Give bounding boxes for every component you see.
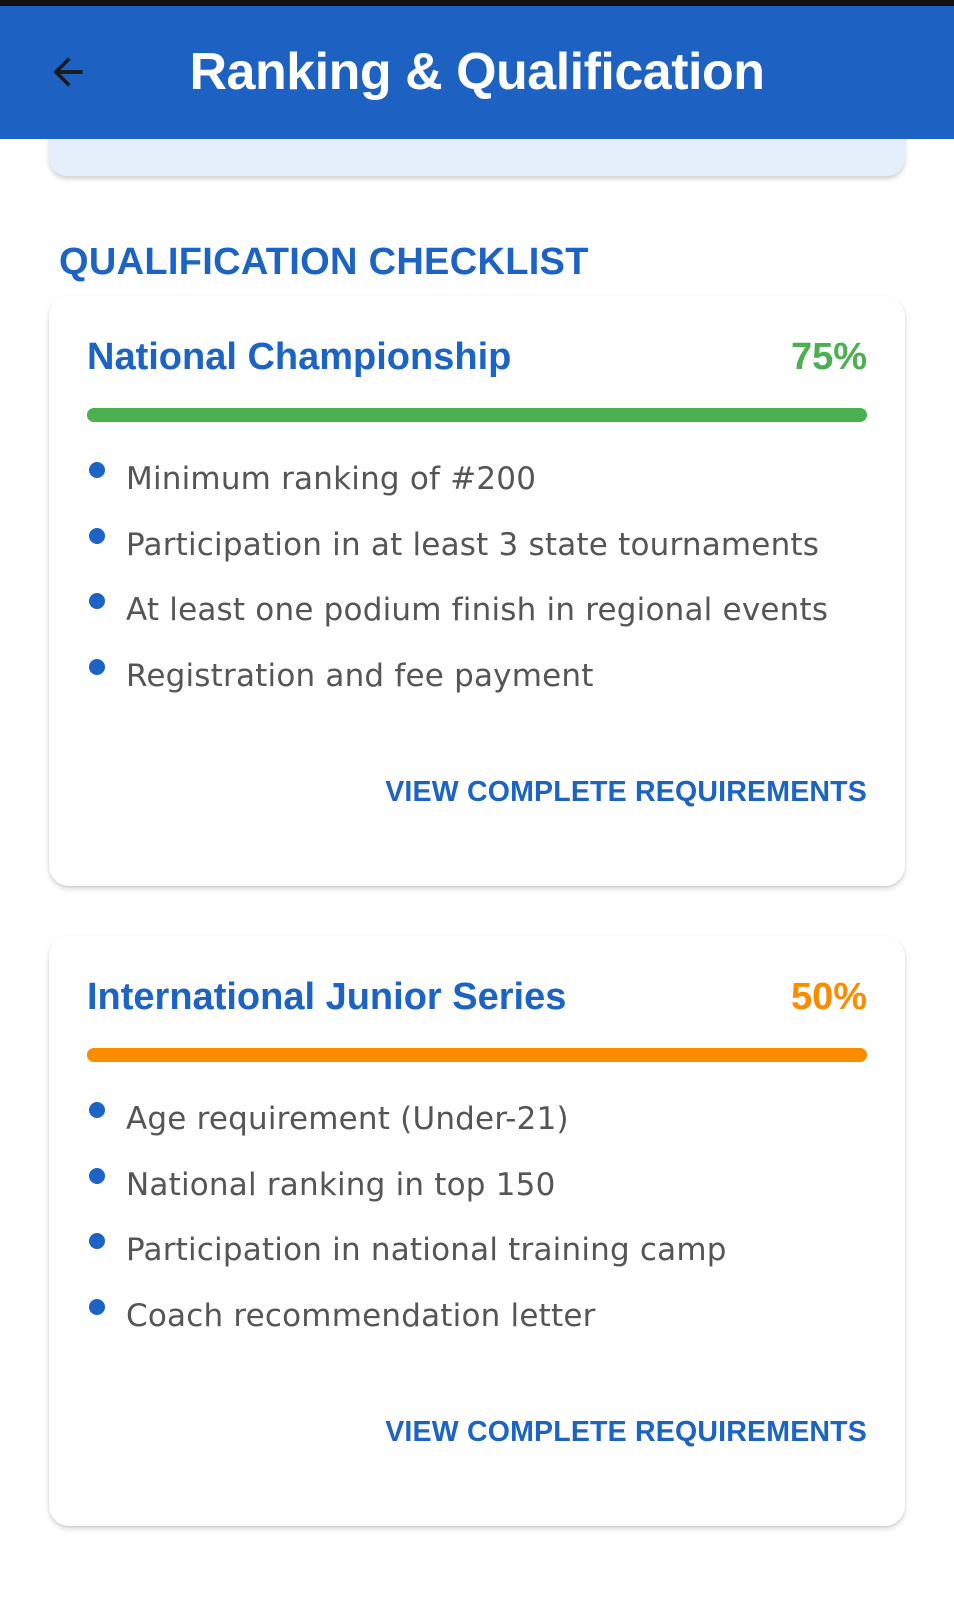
bullet-icon <box>89 1102 105 1118</box>
requirement-text: At least one podium finish in regional e… <box>126 592 829 628</box>
view-complete-requirements-button[interactable]: VIEW COMPLETE REQUIREMENTS <box>385 1416 867 1449</box>
bullet-icon <box>89 1167 105 1184</box>
list-item: Minimum ranking of #200 <box>87 458 828 524</box>
list-item: Coach recommendation letter <box>87 1295 727 1361</box>
card-title: International Junior Series <box>87 976 567 1018</box>
back-button[interactable] <box>36 40 100 104</box>
requirement-text: Participation in at least 3 state tourna… <box>126 526 820 563</box>
requirement-text: Minimum ranking of #200 <box>126 461 537 497</box>
list-item: Participation in national training camp <box>87 1229 727 1295</box>
requirement-text: National ranking in top 150 <box>126 1166 556 1203</box>
requirement-text: Participation in national training camp <box>126 1232 727 1268</box>
list-item: National ranking in top 150 <box>87 1164 727 1230</box>
bullet-icon <box>89 1233 105 1249</box>
arrow-left-icon <box>53 57 83 87</box>
list-item: At least one podium finish in regional e… <box>87 589 828 655</box>
list-item: Age requirement (Under-21) <box>87 1098 727 1164</box>
progress-percent: 75% <box>790 336 867 378</box>
qualification-card-national-championship: National Championship 75% Minimum rankin… <box>49 296 905 886</box>
progress-bar-fill <box>87 408 672 422</box>
requirement-text: Coach recommendation letter <box>126 1297 596 1334</box>
progress-bar-fill <box>87 1048 477 1062</box>
progress-percent: 50% <box>790 976 867 1018</box>
progress-bar <box>87 408 867 422</box>
qualification-card-international-junior-series: International Junior Series 50% Age requ… <box>49 936 905 1526</box>
requirement-text: Age requirement (Under-21) <box>126 1101 569 1137</box>
section-header: QUALIFICATION CHECKLIST <box>59 241 589 283</box>
card-title: National Championship <box>87 336 512 378</box>
bullet-icon <box>89 462 105 478</box>
requirement-text: Registration and fee payment <box>126 657 594 694</box>
bullet-icon <box>89 1298 105 1315</box>
requirements-list: Minimum ranking of #200 Participation in… <box>87 458 828 720</box>
bullet-icon <box>89 527 105 544</box>
list-item: Registration and fee payment <box>87 655 828 721</box>
list-item: Participation in at least 3 state tourna… <box>87 524 828 590</box>
requirements-list: Age requirement (Under-21) National rank… <box>87 1098 727 1360</box>
bullet-icon <box>89 658 105 675</box>
page-title: Ranking & Qualification <box>189 43 766 101</box>
progress-bar <box>87 1048 867 1062</box>
app-bar: Ranking & Qualification <box>0 6 954 139</box>
bullet-icon <box>89 593 105 609</box>
view-complete-requirements-button[interactable]: VIEW COMPLETE REQUIREMENTS <box>385 776 867 809</box>
